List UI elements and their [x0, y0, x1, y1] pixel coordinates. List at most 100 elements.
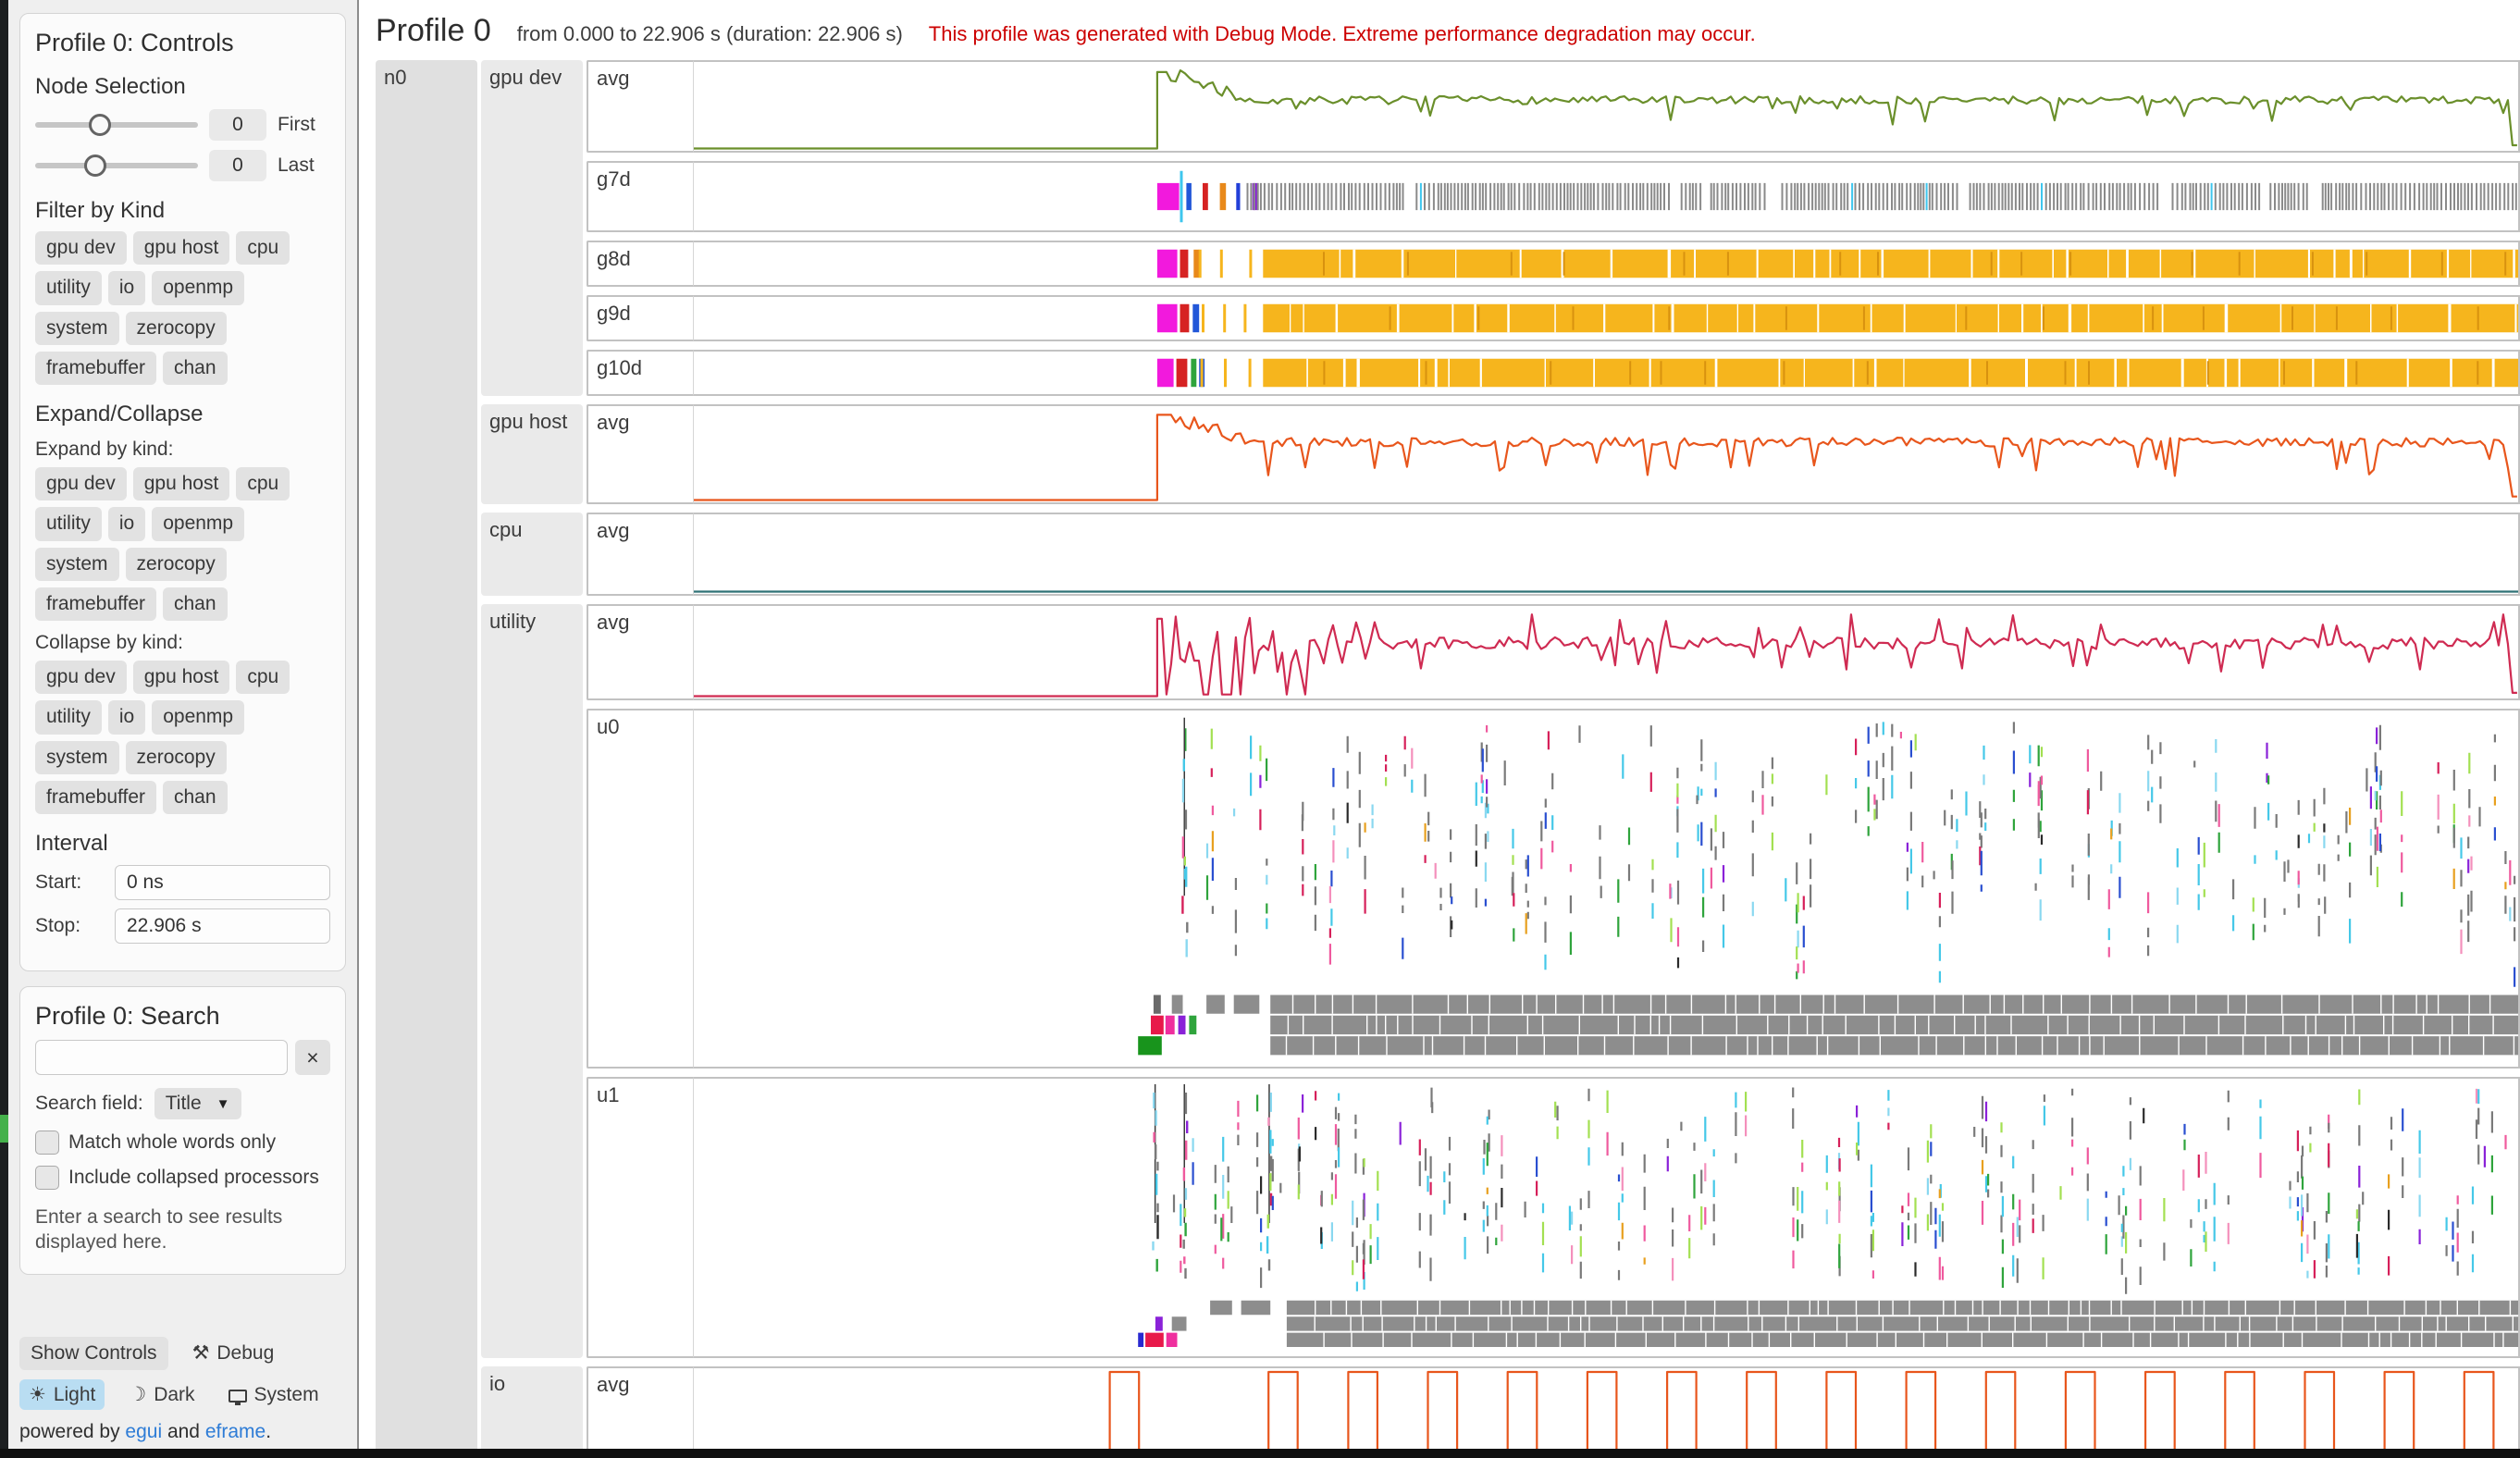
expand-kind-openmp[interactable]: openmp	[152, 507, 244, 540]
timeline-row-cpu_avg: avg	[587, 513, 2520, 596]
plot-u0[interactable]	[694, 709, 2520, 1069]
close-icon: ×	[306, 1045, 318, 1070]
group-label-gpu-dev[interactable]: gpu dev	[481, 60, 583, 396]
collapse-kind-gpu-host[interactable]: gpu host	[133, 661, 230, 694]
sidebar-footer: Show Controls ⚒ Debug ☀ Light ☽ Dark Sys…	[19, 1328, 346, 1443]
node-last-value[interactable]: 0	[209, 150, 266, 181]
interval-heading: Interval	[35, 831, 330, 857]
powered-prefix: powered by	[19, 1421, 125, 1442]
match-whole-words-checkbox[interactable]	[35, 1131, 59, 1155]
filter-kind-gpu-host[interactable]: gpu host	[133, 231, 230, 265]
plot-u1[interactable]	[694, 1077, 2520, 1358]
collapse-kind-utility[interactable]: utility	[35, 700, 102, 734]
theme-light-button[interactable]: ☀ Light	[19, 1379, 105, 1410]
plot-gpu_host_avg[interactable]	[694, 404, 2520, 504]
expand-kind-framebuffer[interactable]: framebuffer	[35, 587, 156, 621]
node-first-slider-knob[interactable]	[89, 114, 111, 136]
plot-cpu_avg[interactable]	[694, 513, 2520, 596]
plot-g8d[interactable]	[694, 241, 2520, 287]
filter-kind-buttons: gpu devgpu hostcpu utilityioopenmp systemz…	[35, 231, 330, 385]
match-whole-words-label: Match whole words only	[68, 1131, 276, 1154]
filter-kind-gpu-dev[interactable]: gpu dev	[35, 231, 127, 265]
row-label-g10d[interactable]: g10d	[587, 350, 694, 396]
plot-g9d[interactable]	[694, 295, 2520, 341]
theme-dark-button[interactable]: ☽ Dark	[119, 1379, 204, 1410]
group-rows-utility: avgu0u1	[587, 604, 2520, 1358]
search-field-dropdown[interactable]: Title ▼	[154, 1088, 241, 1119]
debug-toggle[interactable]: ⚒ Debug	[183, 1338, 284, 1368]
filter-kind-system[interactable]: system	[35, 312, 119, 345]
expand-kind-utility[interactable]: utility	[35, 507, 102, 540]
timeline-row-u1: u1	[587, 1077, 2520, 1358]
row-label-avg[interactable]: avg	[587, 604, 694, 700]
search-input[interactable]	[35, 1040, 288, 1075]
group-label-cpu[interactable]: cpu	[481, 513, 583, 596]
collapse-kind-framebuffer[interactable]: framebuffer	[35, 781, 156, 814]
filter-kind-utility[interactable]: utility	[35, 271, 102, 304]
match-whole-words-row: Match whole words only	[35, 1131, 330, 1155]
plot-io_avg[interactable]	[694, 1366, 2520, 1458]
row-label-avg[interactable]: avg	[587, 1366, 694, 1458]
node-first-slider-row: 0 First	[35, 109, 330, 141]
node-last-slider-row: 0 Last	[35, 150, 330, 181]
group-label-io[interactable]: io	[481, 1366, 583, 1458]
collapse-kind-io[interactable]: io	[108, 700, 145, 734]
sidebar-divider	[357, 0, 359, 1458]
expand-kind-cpu[interactable]: cpu	[236, 467, 290, 500]
row-label-avg[interactable]: avg	[587, 60, 694, 153]
eframe-link[interactable]: eframe	[205, 1421, 266, 1442]
search-field-row: Search field: Title ▼	[35, 1088, 330, 1119]
row-label-g7d[interactable]: g7d	[587, 161, 694, 232]
expand-kind-gpu-dev[interactable]: gpu dev	[35, 467, 127, 500]
filter-kind-cpu[interactable]: cpu	[236, 231, 290, 265]
show-controls-button[interactable]: Show Controls	[19, 1337, 168, 1370]
filter-heading: Filter by Kind	[35, 198, 330, 224]
node-first-slider[interactable]	[35, 122, 198, 128]
moon-icon: ☽	[129, 1383, 146, 1406]
sun-icon: ☀	[29, 1383, 46, 1406]
include-collapsed-checkbox[interactable]	[35, 1166, 59, 1190]
interval-start-input[interactable]: 0 ns	[115, 865, 330, 900]
row-label-u0[interactable]: u0	[587, 709, 694, 1069]
node-last-slider-knob[interactable]	[84, 154, 106, 177]
search-field-value: Title	[166, 1093, 202, 1115]
row-label-u1[interactable]: u1	[587, 1077, 694, 1358]
filter-kind-openmp[interactable]: openmp	[152, 271, 244, 304]
expand-kind-io[interactable]: io	[108, 507, 145, 540]
filter-kind-zerocopy[interactable]: zerocopy	[126, 312, 227, 345]
filter-kind-io[interactable]: io	[108, 271, 145, 304]
filter-kind-chan[interactable]: chan	[163, 352, 228, 385]
row-label-avg[interactable]: avg	[587, 404, 694, 504]
row-label-avg[interactable]: avg	[587, 513, 694, 596]
search-clear-button[interactable]: ×	[295, 1040, 330, 1075]
timeline: n0 gpu devavgg7dg8dg9dg10dgpu hostavgcpu…	[376, 60, 2520, 1458]
collapse-kind-buttons: gpu devgpu hostcpu utilityioopenmp systemz…	[35, 661, 330, 814]
plot-gpu_dev_avg[interactable]	[694, 60, 2520, 153]
egui-link[interactable]: egui	[125, 1421, 162, 1442]
interval-stop-input[interactable]: 22.906 s	[115, 908, 330, 944]
row-label-g8d[interactable]: g8d	[587, 241, 694, 287]
expand-kind-gpu-host[interactable]: gpu host	[133, 467, 230, 500]
filter-kind-framebuffer[interactable]: framebuffer	[35, 352, 156, 385]
expand-kind-chan[interactable]: chan	[163, 587, 228, 621]
node-first-value[interactable]: 0	[209, 109, 266, 141]
theme-light-label: Light	[54, 1384, 96, 1406]
collapse-kind-system[interactable]: system	[35, 741, 119, 774]
group-label-utility[interactable]: utility	[481, 604, 583, 1358]
collapse-kind-zerocopy[interactable]: zerocopy	[126, 741, 227, 774]
timeline-group-utility: utilityavgu0u1	[481, 604, 2520, 1358]
node-last-slider[interactable]	[35, 163, 198, 168]
row-label-g9d[interactable]: g9d	[587, 295, 694, 341]
plot-g7d[interactable]	[694, 161, 2520, 232]
group-label-gpu-host[interactable]: gpu host	[481, 404, 583, 504]
plot-g10d[interactable]	[694, 350, 2520, 396]
plot-utility_avg[interactable]	[694, 604, 2520, 700]
expand-kind-system[interactable]: system	[35, 548, 119, 581]
theme-system-button[interactable]: System	[219, 1380, 328, 1410]
expand-kind-zerocopy[interactable]: zerocopy	[126, 548, 227, 581]
collapse-kind-gpu-dev[interactable]: gpu dev	[35, 661, 127, 694]
collapse-kind-cpu[interactable]: cpu	[236, 661, 290, 694]
collapse-kind-chan[interactable]: chan	[163, 781, 228, 814]
node-label[interactable]: n0	[376, 60, 477, 1458]
collapse-kind-openmp[interactable]: openmp	[152, 700, 244, 734]
